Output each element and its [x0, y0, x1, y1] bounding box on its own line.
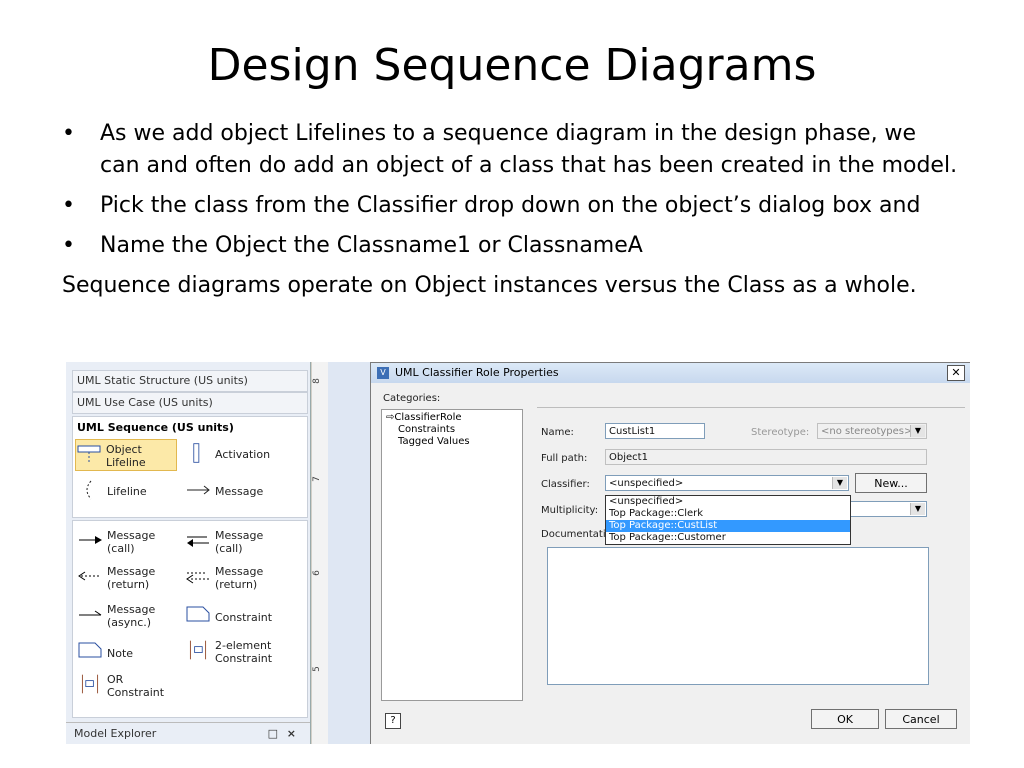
shape-message[interactable]: Message: [185, 479, 295, 505]
bullet-item: Name the Object the Classname1 or Classn…: [62, 230, 962, 262]
classifier-option[interactable]: Top Package::Clerk: [606, 508, 850, 520]
name-field[interactable]: CustList1: [605, 423, 705, 439]
message-arrow-icon: [187, 485, 210, 495]
shape-label: 2-element Constraint: [215, 639, 273, 665]
ruler-mark: 5: [311, 666, 322, 672]
dialog-title: UML Classifier Role Properties: [395, 366, 559, 379]
shape-message-async[interactable]: Message (async.): [77, 603, 177, 631]
message-return-self-icon: [186, 572, 209, 584]
slide-paragraph: Sequence diagrams operate on Object inst…: [62, 273, 917, 298]
shape-label: Message (call): [107, 529, 156, 555]
object-lifeline-icon: [77, 445, 101, 464]
ruler-mark: 7: [311, 476, 322, 482]
constraint-icon: [186, 606, 210, 622]
message-call-icon: [79, 536, 102, 544]
model-explorer-label: Model Explorer: [74, 727, 157, 740]
ruler-mark: 6: [311, 570, 322, 576]
message-return-icon: [78, 571, 101, 581]
shape-label: OR Constraint: [107, 673, 165, 699]
close-button[interactable]: ✕: [947, 365, 965, 381]
ruler-mark: 8: [311, 378, 322, 384]
stencil-use-case[interactable]: UML Use Case (US units): [72, 392, 308, 414]
slide-title: Design Sequence Diagrams: [207, 40, 817, 91]
shape-label: Message (return): [215, 565, 264, 591]
name-label: Name:: [541, 427, 574, 438]
shape-label: Note: [107, 647, 134, 660]
sequence-stencil-messages: Message (call) Message (call) Message (r…: [72, 520, 308, 718]
classifier-dropdown-list[interactable]: <unspecified> Top Package::Clerk Top Pac…: [605, 495, 851, 545]
classifier-option[interactable]: <unspecified>: [606, 496, 850, 508]
shape-label: Message: [215, 485, 264, 498]
chevron-down-icon[interactable]: ▼: [832, 477, 847, 489]
shape-lifeline[interactable]: Lifeline: [77, 479, 177, 505]
help-icon[interactable]: ?: [385, 713, 401, 729]
vertical-ruler: 8 7 6 5: [312, 362, 329, 744]
classifier-role-dialog: V UML Classifier Role Properties ✕ Categ…: [370, 362, 970, 744]
section-divider: [537, 407, 965, 408]
stereotype-label: Stereotype:: [751, 427, 810, 438]
classifier-label: Classifier:: [541, 479, 590, 490]
sequence-stencil-title: UML Sequence (US units): [77, 421, 234, 434]
shape-label: Object Lifeline: [106, 443, 146, 469]
category-item-constraints[interactable]: Constraints: [398, 424, 455, 436]
cancel-button[interactable]: Cancel: [885, 709, 957, 729]
category-item-tagged-values[interactable]: Tagged Values: [398, 436, 470, 448]
two-element-constraint-icon: [189, 640, 207, 660]
message-call-self-icon: [187, 536, 209, 547]
shape-label: Activation: [215, 448, 271, 461]
note-icon: [78, 642, 102, 658]
multiplicity-label: Multiplicity:: [541, 505, 599, 516]
message-async-icon: [79, 610, 102, 616]
shapes-panel: UML Static Structure (US units) UML Use …: [66, 362, 311, 744]
screenshot-area: UML Static Structure (US units) UML Use …: [66, 362, 970, 744]
shape-label: Constraint: [215, 611, 273, 624]
fullpath-field: Object1: [605, 449, 927, 465]
shape-message-call[interactable]: Message (call): [77, 529, 177, 557]
ok-button[interactable]: OK: [811, 709, 879, 729]
bullet-list: As we add object Lifelines to a sequence…: [62, 118, 962, 302]
shape-label: Message (return): [107, 565, 156, 591]
sequence-stencil: UML Sequence (US units) Object Lifeline …: [72, 416, 308, 518]
bullet-item: As we add object Lifelines to a sequence…: [62, 118, 962, 182]
shape-note[interactable]: Note: [77, 639, 177, 667]
activation-icon: [193, 443, 200, 463]
restore-icon[interactable]: □: [268, 723, 278, 744]
chevron-down-icon: ▼: [910, 425, 925, 437]
lifeline-icon: [86, 480, 92, 500]
stencil-static-structure[interactable]: UML Static Structure (US units): [72, 370, 308, 392]
shape-label: Message (call): [215, 529, 264, 555]
shape-two-element-constraint[interactable]: 2-element Constraint: [185, 639, 295, 667]
close-icon[interactable]: ×: [287, 723, 296, 744]
new-button[interactable]: New...: [855, 473, 927, 493]
bullet-item: Pick the class from the Classifier drop …: [62, 190, 962, 222]
documentation-textarea[interactable]: [547, 547, 929, 685]
or-constraint-icon: [81, 674, 99, 694]
shape-message-call-self[interactable]: Message (call): [185, 529, 295, 557]
shape-message-return-self[interactable]: Message (return): [185, 565, 295, 593]
categories-label: Categories:: [383, 393, 441, 404]
visio-app-icon: V: [377, 367, 389, 379]
fullpath-label: Full path:: [541, 453, 588, 464]
classifier-option-selected[interactable]: Top Package::CustList: [606, 520, 850, 532]
stereotype-select: <no stereotypes> ▼: [817, 423, 927, 439]
categories-list[interactable]: ⇨ClassifierRole Constraints Tagged Value…: [381, 409, 523, 701]
dialog-titlebar[interactable]: V UML Classifier Role Properties ✕: [371, 363, 970, 383]
shape-message-return[interactable]: Message (return): [77, 565, 177, 593]
shape-activation[interactable]: Activation: [185, 439, 295, 469]
shape-label: Lifeline: [107, 485, 147, 498]
classifier-select[interactable]: <unspecified> ▼: [605, 475, 849, 491]
multiplicity-select[interactable]: ▼: [849, 501, 927, 517]
shape-constraint[interactable]: Constraint: [185, 603, 295, 631]
shape-object-lifeline[interactable]: Object Lifeline: [75, 439, 177, 471]
category-item-classifierrole[interactable]: ⇨ClassifierRole: [386, 412, 462, 424]
shape-label: Message (async.): [107, 603, 156, 629]
chevron-down-icon[interactable]: ▼: [910, 503, 925, 515]
shape-or-constraint[interactable]: OR Constraint: [77, 673, 187, 703]
classifier-option[interactable]: Top Package::Customer: [606, 532, 850, 544]
model-explorer-bar[interactable]: Model Explorer □ ×: [66, 722, 310, 744]
drawing-canvas[interactable]: [328, 362, 370, 744]
